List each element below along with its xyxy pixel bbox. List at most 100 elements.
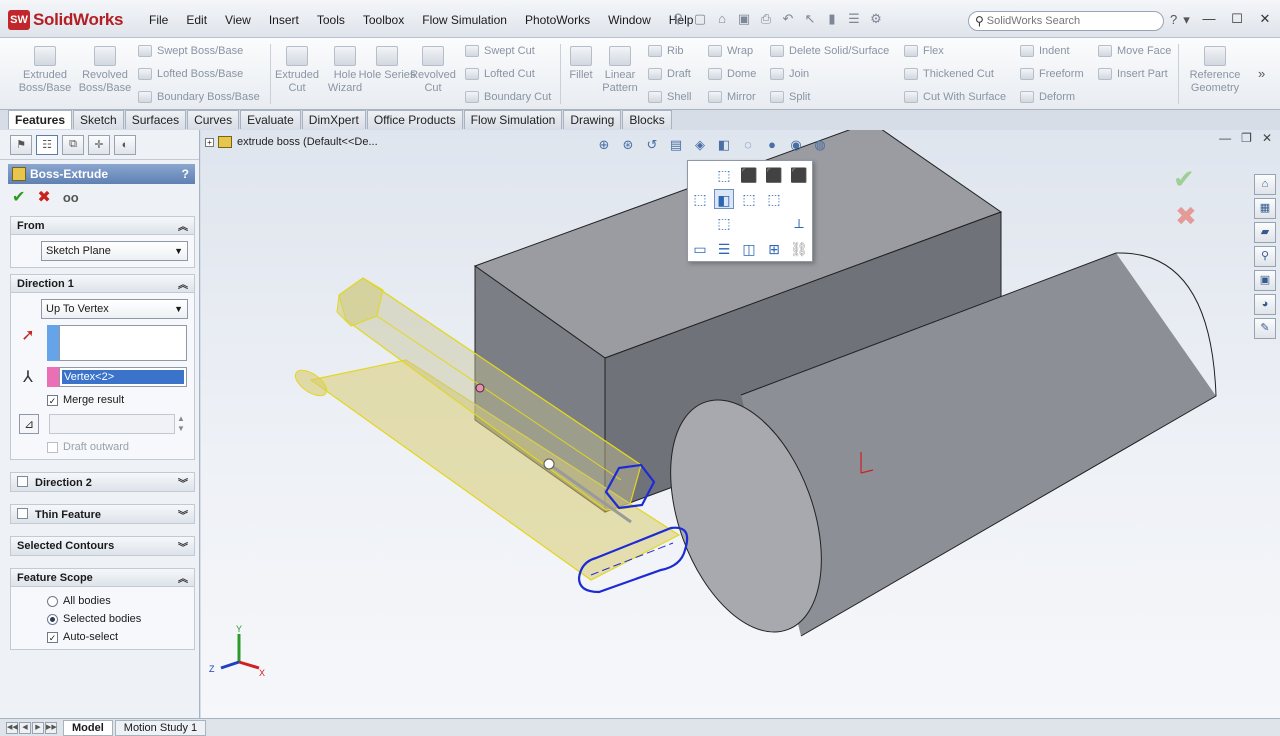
menu-toolbox[interactable]: Toolbox: [363, 13, 404, 27]
draft-angle-field[interactable]: [49, 414, 175, 434]
close-icon[interactable]: ✕: [1258, 11, 1272, 27]
indent-button[interactable]: Indent: [1020, 42, 1070, 60]
expand-icon[interactable]: +: [205, 137, 214, 147]
draft-button[interactable]: Draft: [648, 65, 691, 83]
shell-button[interactable]: Shell: [648, 88, 691, 106]
tab-blocks[interactable]: Blocks: [622, 110, 672, 129]
boundary-boss-button[interactable]: Boundary Boss/Base: [138, 88, 260, 106]
draft-outward-checkbox[interactable]: Draft outward: [47, 441, 188, 453]
swept-cut-button[interactable]: Swept Cut: [465, 42, 535, 60]
link-views-icon[interactable]: ⛓: [789, 239, 809, 259]
menu-window[interactable]: Window: [608, 13, 651, 27]
undo-icon[interactable]: ↶: [780, 11, 796, 27]
tab-sketch[interactable]: Sketch: [73, 110, 124, 129]
flex-button[interactable]: Flex: [904, 42, 944, 60]
doc-minimize-icon[interactable]: —: [1219, 131, 1231, 145]
search-icon[interactable]: ⚲: [975, 14, 984, 28]
maximize-icon[interactable]: ☐: [1230, 11, 1244, 27]
dome-button[interactable]: Dome: [708, 65, 756, 83]
graphics-area[interactable]: + extrude boss (Default<<De... ⊕ ⊛ ↺ ▤ ◈…: [201, 130, 1280, 718]
file-explorer-icon[interactable]: ▰: [1254, 222, 1276, 243]
feature-tree-flyout[interactable]: + extrude boss (Default<<De...: [205, 136, 378, 148]
menu-insert[interactable]: Insert: [269, 13, 299, 27]
single-view-icon[interactable]: ▭: [690, 239, 710, 259]
expand-chevron-icon[interactable]: ︾: [178, 539, 188, 554]
tab-drawing[interactable]: Drawing: [563, 110, 622, 129]
selected-bodies-radio[interactable]: Selected bodies: [47, 613, 188, 625]
linear-pattern-button[interactable]: Linear Pattern: [594, 46, 646, 95]
direction2-checkbox[interactable]: [17, 475, 28, 487]
top-view-icon[interactable]: ⬚: [690, 189, 710, 209]
zoom-to-area-icon[interactable]: ⊛: [619, 136, 637, 154]
lofted-boss-button[interactable]: Lofted Boss/Base: [138, 65, 243, 83]
tab-features[interactable]: Features: [8, 110, 73, 129]
extruded-boss-button[interactable]: Extruded Boss/Base: [16, 46, 74, 95]
save-icon[interactable]: ▣: [736, 11, 752, 27]
confirm-ok-icon[interactable]: ✔: [1173, 164, 1197, 195]
revolved-cut-button[interactable]: Revolved Cut: [404, 46, 462, 95]
tab-curves[interactable]: Curves: [187, 110, 240, 129]
menu-tools[interactable]: Tools: [317, 13, 345, 27]
delete-solid-button[interactable]: Delete Solid/Surface: [770, 42, 889, 60]
menu-photoworks[interactable]: PhotoWorks: [525, 13, 590, 27]
print-icon[interactable]: ⎙: [758, 11, 774, 27]
tab-dimxpert[interactable]: DimXpert: [301, 110, 366, 129]
search-input[interactable]: [986, 15, 1147, 27]
two-view-horizontal-icon[interactable]: ☰: [714, 239, 734, 259]
view-settings-icon[interactable]: ◍: [811, 136, 829, 154]
doc-restore-icon[interactable]: ❐: [1241, 131, 1252, 145]
vertex-selection-field[interactable]: Vertex<2>: [59, 367, 187, 387]
collapse-chevron-icon[interactable]: ︽: [178, 570, 188, 585]
feature-manager-tab-icon[interactable]: ⚑: [10, 134, 32, 155]
checkbox-checked-icon[interactable]: ✓: [47, 394, 58, 406]
next-tab-icon[interactable]: ▶: [32, 721, 44, 734]
menu-edit[interactable]: Edit: [186, 13, 207, 27]
direction2-group-header[interactable]: Direction 2 ︾: [11, 473, 194, 491]
reverse-direction-arrow-icon[interactable]: ➚: [17, 325, 39, 345]
lofted-cut-button[interactable]: Lofted Cut: [465, 65, 535, 83]
last-tab-icon[interactable]: ▶▶: [45, 721, 57, 734]
drag-handle[interactable]: [543, 458, 555, 470]
all-bodies-radio[interactable]: All bodies: [47, 595, 188, 607]
appearances-scenes-icon[interactable]: ◕: [1254, 294, 1276, 315]
configuration-manager-tab-icon[interactable]: ⧉: [62, 134, 84, 155]
boundary-cut-button[interactable]: Boundary Cut: [465, 88, 551, 106]
solidworks-logo[interactable]: SW SolidWorks: [8, 9, 148, 31]
isometric-view-icon[interactable]: ◧: [714, 189, 734, 209]
front-view-icon[interactable]: ⬚: [714, 165, 734, 185]
collapse-chevron-icon[interactable]: ︽: [178, 276, 188, 291]
deform-button[interactable]: Deform: [1020, 88, 1075, 106]
prev-tab-icon[interactable]: ◀: [19, 721, 31, 734]
doc-close-icon[interactable]: ✕: [1262, 131, 1272, 145]
expand-chevron-icon[interactable]: ︾: [178, 475, 188, 490]
ok-check-icon[interactable]: ✔: [12, 187, 25, 207]
help-button[interactable]: ?: [182, 167, 189, 181]
merge-result-checkbox[interactable]: ✓ Merge result: [47, 394, 188, 406]
confirm-cancel-icon[interactable]: ✖: [1175, 201, 1197, 232]
tab-evaluate[interactable]: Evaluate: [240, 110, 301, 129]
join-button[interactable]: Join: [770, 65, 809, 83]
draft-on-off-icon[interactable]: ⊿: [19, 414, 39, 434]
insert-part-button[interactable]: Insert Part: [1098, 65, 1168, 83]
section-view-icon[interactable]: ▤: [667, 136, 685, 154]
tab-motion-study-1[interactable]: Motion Study 1: [114, 719, 207, 736]
dimetric-view-icon[interactable]: ⬚: [714, 213, 734, 233]
menu-view[interactable]: View: [225, 13, 251, 27]
dimxpert-manager-tab-icon[interactable]: ✛: [88, 134, 110, 155]
thin-feature-group-header[interactable]: Thin Feature ︾: [11, 505, 194, 523]
view-orientation-icon[interactable]: ◈: [691, 136, 709, 154]
solidworks-resources-icon[interactable]: ⌂: [1254, 174, 1276, 195]
zoom-to-fit-icon[interactable]: ⊕: [595, 136, 613, 154]
expand-chevron-icon[interactable]: ︾: [178, 507, 188, 522]
open-icon[interactable]: ⌂: [714, 11, 730, 27]
menu-flow-simulation[interactable]: Flow Simulation: [422, 13, 507, 27]
custom-properties-icon[interactable]: ✎: [1254, 318, 1276, 339]
spin-arrows-icon[interactable]: ▲ ▼: [177, 414, 185, 434]
cut-with-surface-button[interactable]: Cut With Surface: [904, 88, 1006, 106]
design-library-icon[interactable]: ▦: [1254, 198, 1276, 219]
checkbox-checked-icon[interactable]: ✓: [47, 631, 58, 643]
cancel-x-icon[interactable]: ✖: [37, 187, 50, 207]
hide-show-items-icon[interactable]: ◌: [739, 136, 757, 154]
two-view-vertical-icon[interactable]: ◫: [739, 239, 759, 259]
tab-flow-simulation[interactable]: Flow Simulation: [463, 110, 563, 129]
